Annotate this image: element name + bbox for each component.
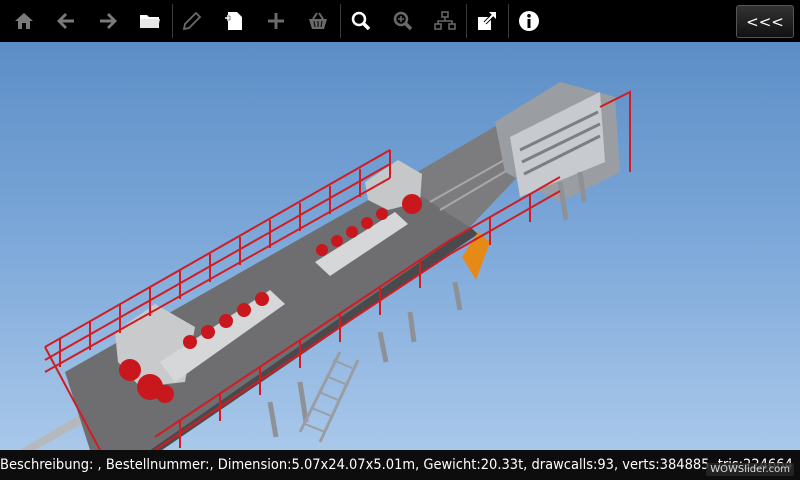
collapse-button[interactable]: <<<: [736, 5, 794, 38]
folder-icon: [140, 15, 160, 28]
home-button[interactable]: [4, 0, 44, 42]
forward-button[interactable]: [88, 0, 128, 42]
3d-viewport[interactable]: [0, 42, 800, 450]
basket-icon: [309, 12, 327, 29]
structure-button[interactable]: [425, 0, 465, 42]
search-icon: [351, 11, 371, 31]
info-icon: [519, 11, 539, 31]
add-button[interactable]: [256, 0, 296, 42]
zoom-button[interactable]: [383, 0, 423, 42]
home-icon: [15, 13, 33, 29]
plus-icon: [268, 13, 284, 29]
machine-model: [20, 82, 631, 450]
basket-button[interactable]: [298, 0, 338, 42]
share-button[interactable]: [467, 0, 507, 42]
search-button[interactable]: [341, 0, 381, 42]
share-icon: [478, 11, 497, 30]
status-bar: Beschreibung: , Bestellnummer:, Dimensio…: [0, 450, 800, 480]
watermark: WOWSlider.com: [706, 463, 794, 476]
edit-button[interactable]: [172, 0, 212, 42]
arrow-right-icon: [100, 13, 117, 29]
new-document-button[interactable]: [214, 0, 254, 42]
back-button[interactable]: [46, 0, 86, 42]
hierarchy-icon: [434, 11, 456, 30]
pencil-icon: [182, 11, 202, 31]
toolbar: <<<: [0, 0, 800, 43]
open-folder-button[interactable]: [130, 0, 170, 42]
document-add-icon: [225, 12, 242, 30]
arrow-left-icon: [57, 13, 74, 29]
status-text: Beschreibung: , Bestellnummer:, Dimensio…: [0, 457, 793, 473]
zoom-icon: [393, 11, 413, 31]
info-button[interactable]: [509, 0, 549, 42]
